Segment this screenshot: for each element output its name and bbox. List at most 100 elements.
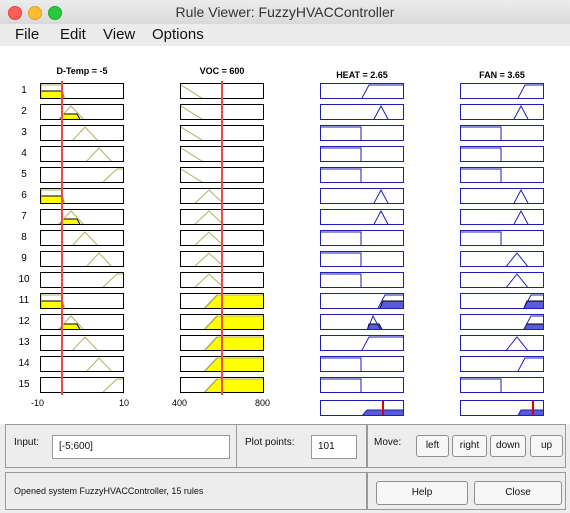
mf-line	[86, 252, 112, 266]
rule-number: 12	[18, 316, 30, 327]
status-text: Opened system FuzzyHVACController, 15 ru…	[14, 486, 204, 496]
mf-line	[86, 357, 112, 371]
move-down-button[interactable]: down	[490, 435, 526, 457]
rule-15-fan-mf-mf	[461, 378, 502, 392]
rule-4-fan-mf	[460, 146, 544, 162]
mf-line	[361, 336, 403, 350]
input-label: Input:	[14, 437, 40, 448]
input-field[interactable]: [-5;600]	[52, 435, 230, 459]
mf-line	[321, 168, 362, 182]
rule-8-dtemp-mf	[40, 230, 124, 246]
rule-13-fan-mf	[460, 335, 544, 351]
menu-options[interactable]: Options	[152, 26, 204, 43]
voc-axis-min: 400	[172, 398, 188, 408]
rule-14-dtemp-mf-mf	[86, 357, 112, 371]
rule-3-dtemp-mf	[40, 125, 124, 141]
rule-number: 8	[21, 232, 27, 243]
rule-13-dtemp-mf-mf	[72, 336, 98, 350]
rule-4-dtemp-mf-mf	[86, 147, 112, 161]
plot-points-panel: Plot points: 101	[236, 424, 367, 468]
rule-5-heat-mf	[320, 167, 404, 183]
move-right-button[interactable]: right	[452, 435, 487, 457]
rule-9-dtemp-mf	[40, 251, 124, 267]
mf-line	[513, 189, 529, 203]
rule-8-dtemp-mf-mf	[72, 231, 98, 245]
heat-aggregate-area	[362, 409, 403, 415]
rule-6-heat-mf-mf	[373, 189, 389, 203]
voc-axis-max: 800	[255, 398, 271, 408]
rule-13-heat-mf	[320, 335, 404, 351]
rule-number: 9	[21, 253, 27, 264]
rule-10-heat-mf	[320, 272, 404, 288]
mf-firing-area	[204, 357, 263, 371]
rule-14-fan-mf-mf	[517, 357, 543, 371]
rule-5-fan-mf-mf	[461, 168, 502, 182]
rule-number: 5	[21, 169, 27, 180]
rule-3-dtemp-mf-mf	[72, 126, 98, 140]
rule-number: 13	[18, 337, 30, 348]
menu-file[interactable]: File	[15, 26, 39, 43]
rule-15-heat-mf-mf	[321, 378, 362, 392]
rule-11-dtemp-mf	[40, 293, 124, 309]
input-header-voc: VOC = 600	[199, 66, 245, 76]
menu-view[interactable]: View	[103, 26, 135, 43]
mf-line	[461, 168, 502, 182]
rule-2-fan-mf-mf	[513, 105, 529, 119]
mf-line	[102, 168, 123, 182]
window-title: Rule Viewer: FuzzyHVACController	[175, 4, 395, 20]
move-left-button[interactable]: left	[416, 435, 449, 457]
rule-number: 2	[21, 106, 27, 117]
rule-number: 6	[21, 190, 27, 201]
output-header-heat: HEAT = 2.65	[336, 70, 388, 80]
rule-11-heat-mf-mf	[377, 294, 403, 308]
mf-firing-area	[204, 378, 263, 392]
close-button[interactable]: Close	[474, 481, 562, 505]
rule-6-heat-mf	[320, 188, 404, 204]
rule-5-dtemp-mf-mf	[102, 168, 123, 182]
help-button[interactable]: Help	[376, 481, 468, 505]
rule-1-heat-mf	[320, 83, 404, 99]
move-label: Move:	[374, 437, 402, 448]
rule-8-heat-mf-mf	[321, 231, 362, 245]
dtemp-axis-max: 10	[119, 398, 130, 408]
rule-7-fan-mf-mf	[513, 210, 529, 224]
rule-1-dtemp-mf	[40, 83, 124, 99]
plot-points-field[interactable]: 101	[311, 435, 357, 459]
mf-line	[517, 357, 543, 371]
menu-bar: File Edit View Options	[0, 24, 570, 46]
dtemp-axis-min: -10	[31, 398, 45, 408]
rule-12-heat-mf	[320, 314, 404, 330]
dtemp-value-line[interactable]	[61, 81, 63, 395]
mf-firing-area	[204, 294, 263, 308]
rule-9-fan-mf	[460, 251, 544, 267]
rule-5-dtemp-mf	[40, 167, 124, 183]
rule-9-heat-mf-mf	[321, 252, 362, 266]
rule-2-fan-mf	[460, 104, 544, 120]
rule-13-fan-mf-mf	[505, 336, 529, 350]
mf-line	[181, 168, 203, 182]
mf-line	[461, 147, 502, 161]
mf-line	[86, 147, 112, 161]
mf-line	[517, 84, 543, 98]
mf-line	[102, 273, 123, 287]
rule-7-heat-mf-mf	[373, 210, 389, 224]
voc-value-line[interactable]	[221, 81, 223, 395]
rule-11-heat-mf	[320, 293, 404, 309]
rule-9-fan-mf-mf	[505, 252, 529, 266]
move-up-button[interactable]: up	[530, 435, 563, 457]
rule-number: 10	[18, 274, 30, 285]
rule-9-dtemp-mf-mf	[86, 252, 112, 266]
rule-4-fan-mf-mf	[461, 147, 502, 161]
menu-edit[interactable]: Edit	[60, 26, 86, 43]
mf-line	[513, 105, 529, 119]
rule-10-fan-mf-mf	[505, 273, 529, 287]
rule-8-fan-mf-mf	[461, 231, 502, 245]
fan-aggregate-plot	[517, 401, 543, 415]
rule-4-dtemp-mf	[40, 146, 124, 162]
heat-aggregate	[320, 400, 404, 416]
mf-line	[373, 210, 389, 224]
mf-line	[321, 378, 362, 392]
mf-line	[513, 210, 529, 224]
rule-12-fan-mf-mf	[523, 315, 543, 329]
mf-line	[321, 273, 362, 287]
